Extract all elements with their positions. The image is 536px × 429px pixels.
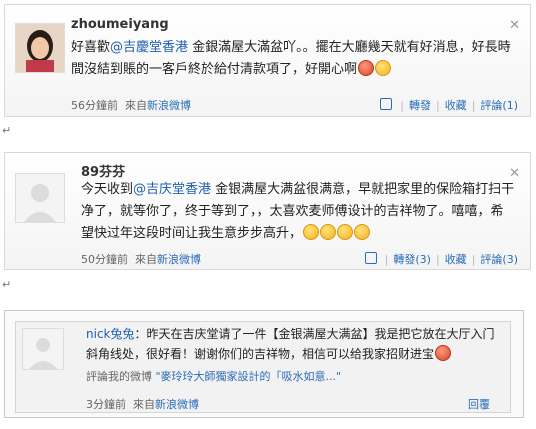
- source-link[interactable]: 新浪微博: [147, 99, 191, 112]
- comment-link[interactable]: 評論(1): [480, 99, 518, 112]
- emoji-icon: [320, 224, 337, 240]
- avatar[interactable]: [15, 23, 65, 73]
- mention-link[interactable]: @吉庆堂香港: [133, 182, 211, 197]
- username-link[interactable]: nick兔兔: [86, 327, 135, 341]
- post-card: ✕ 89芬芬 今天收到@吉庆堂香港 金银满屋大满盆很满意，早就把家里的保险箱打扫…: [4, 152, 531, 270]
- comment-inner: nick兔兔：昨天在吉庆堂请了一件【金银满屋大满盆】我是把它放在大厅入门斜角线处…: [15, 321, 511, 413]
- repost-link[interactable]: 轉發: [409, 99, 431, 112]
- mention-link[interactable]: @吉慶堂香港: [110, 40, 188, 55]
- post-actions: | 轉發(3) | 收藏 | 評論(3): [364, 251, 518, 267]
- close-icon[interactable]: ✕: [509, 19, 520, 32]
- paragraph-mark: ↵: [2, 278, 12, 291]
- reply-link[interactable]: 回覆: [468, 398, 490, 411]
- like-icon[interactable]: [380, 98, 393, 110]
- quoted-post-link[interactable]: "麥玲玲大師獨家設計的「吸水如意...": [156, 370, 342, 383]
- favorite-link[interactable]: 收藏: [445, 99, 467, 112]
- comment-card: nick兔兔：昨天在吉庆堂请了一件【金银满屋大满盆】我是把它放在大厅入门斜角线处…: [4, 310, 524, 418]
- emoji-icon: [337, 224, 354, 240]
- post-card: ✕ zhoumeiyang 好喜歡@吉慶堂香港 金銀滿屋大滿盆吖。。擺在大廳幾天…: [4, 4, 531, 117]
- comment-meta: 3分鐘前 來自新浪微博: [86, 398, 199, 411]
- comment-actions: 回覆: [468, 396, 490, 412]
- post-actions: | 轉發 | 收藏 | 評論(1): [380, 97, 518, 113]
- emoji-icon: [354, 224, 371, 240]
- post-text: 好喜歡@吉慶堂香港 金銀滿屋大滿盆吖。。擺在大廳幾天就有好消息，好長時間沒結到賬…: [71, 40, 511, 77]
- emoji-icon: [435, 345, 452, 361]
- source-link[interactable]: 新浪微博: [155, 398, 199, 411]
- favorite-link[interactable]: 收藏: [445, 253, 467, 266]
- comment-link[interactable]: 評論(3): [480, 253, 518, 266]
- username[interactable]: 89芬芬: [81, 161, 125, 180]
- post-text: 今天收到@吉庆堂香港 金银满屋大满盆很满意，早就把家里的保险箱打扫干净了，就等你…: [81, 182, 515, 241]
- comment-text: nick兔兔：昨天在吉庆堂请了一件【金银满屋大满盆】我是把它放在大厅入门斜角线处…: [86, 327, 495, 361]
- avatar[interactable]: [22, 328, 64, 370]
- like-icon[interactable]: [364, 252, 377, 264]
- post-meta: 50分鐘前 來自新浪微博: [81, 253, 201, 266]
- avatar[interactable]: [15, 173, 65, 223]
- emoji-icon: [303, 224, 320, 240]
- comment-reference: 評論我的微博 "麥玲玲大師獨家設計的「吸水如意...": [86, 370, 342, 383]
- username[interactable]: zhoumeiyang: [71, 17, 169, 32]
- repost-link[interactable]: 轉發(3): [393, 253, 431, 266]
- emoji-icon: [358, 60, 375, 76]
- paragraph-mark: ↵: [2, 124, 12, 137]
- source-link[interactable]: 新浪微博: [157, 253, 201, 266]
- post-meta: 56分鐘前 來自新浪微博: [71, 99, 191, 112]
- smile-emoji-icon: [375, 60, 392, 76]
